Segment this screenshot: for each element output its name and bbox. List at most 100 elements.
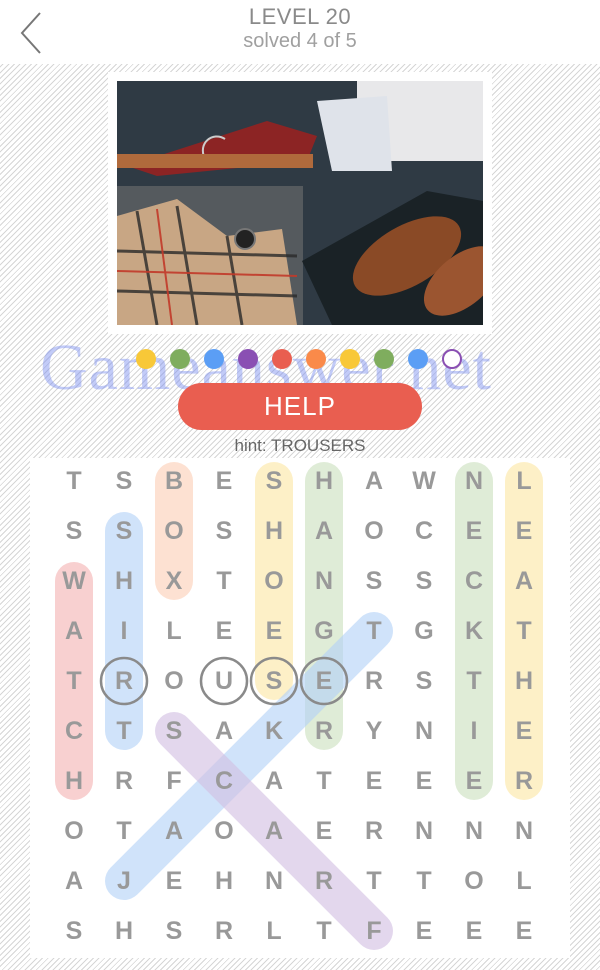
grid-cell[interactable]: S <box>99 456 149 506</box>
grid-cell[interactable]: O <box>249 556 299 606</box>
grid-cell[interactable]: A <box>249 806 299 856</box>
grid-cell[interactable]: H <box>199 856 249 906</box>
grid-cell[interactable]: K <box>249 706 299 756</box>
grid-cell[interactable]: T <box>49 456 99 506</box>
grid-cell[interactable]: N <box>399 806 449 856</box>
grid-cell[interactable]: C <box>449 556 499 606</box>
grid-cell[interactable]: E <box>249 606 299 656</box>
grid-cell[interactable]: L <box>249 906 299 956</box>
grid-cell[interactable]: N <box>499 806 549 856</box>
grid-cell[interactable]: E <box>299 806 349 856</box>
grid-cell[interactable]: A <box>349 456 399 506</box>
grid-cell[interactable]: R <box>99 756 149 806</box>
grid-cell[interactable]: N <box>449 456 499 506</box>
grid-cell[interactable]: J <box>99 856 149 906</box>
grid-cell[interactable]: E <box>499 706 549 756</box>
grid-cell[interactable]: B <box>149 456 199 506</box>
help-button[interactable]: HELP <box>178 383 422 430</box>
grid-cell[interactable]: A <box>49 606 99 656</box>
grid-cell[interactable]: R <box>499 756 549 806</box>
grid-cell[interactable]: E <box>449 906 499 956</box>
grid-cell[interactable]: C <box>49 706 99 756</box>
grid-cell[interactable]: T <box>499 606 549 656</box>
grid-cell[interactable]: S <box>149 706 199 756</box>
grid-cell[interactable]: A <box>149 806 199 856</box>
grid-cell[interactable]: E <box>299 656 349 706</box>
grid-cell[interactable]: H <box>499 656 549 706</box>
grid-cell[interactable]: R <box>299 856 349 906</box>
grid-cell[interactable]: S <box>149 906 199 956</box>
grid-cell[interactable]: T <box>449 656 499 706</box>
grid-cell[interactable]: X <box>149 556 199 606</box>
grid-cell[interactable]: L <box>499 856 549 906</box>
grid-cell[interactable]: H <box>249 506 299 556</box>
grid-cell[interactable]: H <box>49 756 99 806</box>
grid-cell[interactable]: I <box>99 606 149 656</box>
grid-cell[interactable]: T <box>199 556 249 606</box>
grid-cell[interactable]: L <box>149 606 199 656</box>
grid-cell[interactable]: H <box>299 456 349 506</box>
grid-cell[interactable]: O <box>49 806 99 856</box>
grid-cell[interactable]: N <box>449 806 499 856</box>
grid-cell[interactable]: T <box>349 856 399 906</box>
grid-cell[interactable]: S <box>349 556 399 606</box>
grid-cell[interactable]: E <box>449 756 499 806</box>
grid-cell[interactable]: E <box>399 756 449 806</box>
grid-cell[interactable]: S <box>49 906 99 956</box>
grid-cell[interactable]: S <box>99 506 149 556</box>
grid-cell[interactable]: A <box>249 756 299 806</box>
grid-cell[interactable]: R <box>199 906 249 956</box>
grid-cell[interactable]: O <box>449 856 499 906</box>
grid-cell[interactable]: O <box>199 806 249 856</box>
grid-cell[interactable]: C <box>399 506 449 556</box>
grid-cell[interactable]: N <box>299 556 349 606</box>
grid-cell[interactable]: F <box>149 756 199 806</box>
grid-cell[interactable]: E <box>199 606 249 656</box>
grid-cell[interactable]: O <box>149 506 199 556</box>
grid-cell[interactable]: S <box>399 556 449 606</box>
grid-cell[interactable]: W <box>49 556 99 606</box>
grid-cell[interactable]: S <box>49 506 99 556</box>
grid-cell[interactable]: G <box>399 606 449 656</box>
grid-cell[interactable]: R <box>349 806 399 856</box>
grid-cell[interactable]: S <box>249 456 299 506</box>
grid-cell[interactable]: E <box>149 856 199 906</box>
grid-cell[interactable]: L <box>499 456 549 506</box>
grid-cell[interactable]: A <box>199 706 249 756</box>
grid-cell[interactable]: S <box>399 656 449 706</box>
grid-cell[interactable]: R <box>299 706 349 756</box>
grid-cell[interactable]: T <box>299 756 349 806</box>
grid-cell[interactable]: Y <box>349 706 399 756</box>
grid-cell[interactable]: E <box>499 906 549 956</box>
grid-cell[interactable]: E <box>349 756 399 806</box>
grid-cell[interactable]: T <box>49 656 99 706</box>
grid-cell[interactable]: T <box>99 706 149 756</box>
grid-cell[interactable]: K <box>449 606 499 656</box>
grid-cell[interactable]: S <box>199 506 249 556</box>
grid-cell[interactable]: O <box>149 656 199 706</box>
grid-cell[interactable]: G <box>299 606 349 656</box>
grid-cell[interactable]: C <box>199 756 249 806</box>
grid-cell[interactable]: R <box>349 656 399 706</box>
grid-cell[interactable]: W <box>399 456 449 506</box>
grid-cell[interactable]: N <box>399 706 449 756</box>
grid-cell[interactable]: R <box>99 656 149 706</box>
grid-cell[interactable]: O <box>349 506 399 556</box>
grid-cell[interactable]: U <box>199 656 249 706</box>
grid-cell[interactable]: S <box>249 656 299 706</box>
grid-cell[interactable]: E <box>499 506 549 556</box>
grid-cell[interactable]: N <box>249 856 299 906</box>
grid-cell[interactable]: A <box>499 556 549 606</box>
grid-cell[interactable]: A <box>299 506 349 556</box>
grid-cell[interactable]: H <box>99 906 149 956</box>
grid-cell[interactable]: E <box>399 906 449 956</box>
grid-cell[interactable]: H <box>99 556 149 606</box>
grid-cell[interactable]: E <box>199 456 249 506</box>
grid-cell[interactable]: T <box>99 806 149 856</box>
grid-cell[interactable]: I <box>449 706 499 756</box>
grid-cell[interactable]: T <box>299 906 349 956</box>
grid-cell[interactable]: A <box>49 856 99 906</box>
word-grid[interactable]: TSBESHAWNLSSOSHAOCEEWHXTONSSCAAILEEGTGKT… <box>30 458 570 958</box>
grid-cell[interactable]: F <box>349 906 399 956</box>
grid-cell[interactable]: T <box>399 856 449 906</box>
